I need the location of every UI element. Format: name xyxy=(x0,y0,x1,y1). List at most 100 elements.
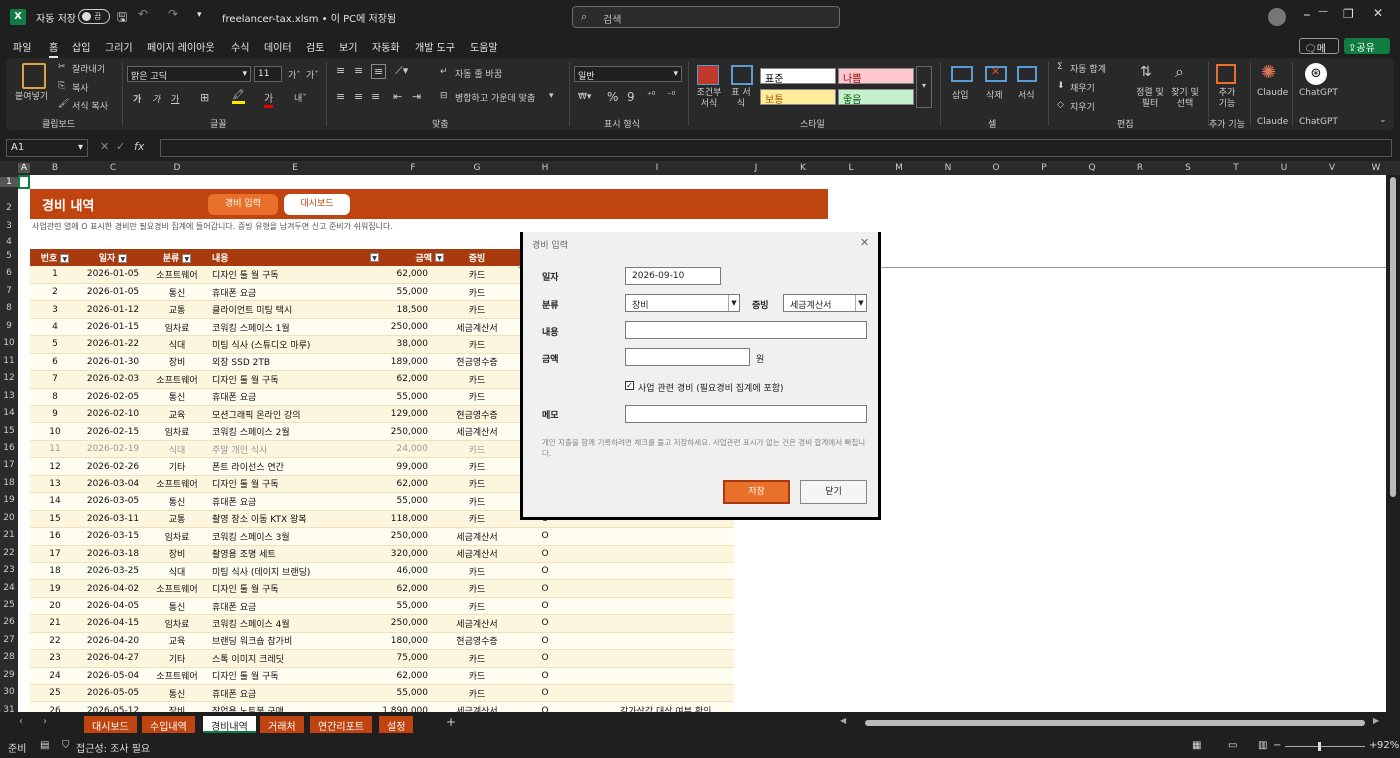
table-cell[interactable]: 99,000 xyxy=(382,457,444,476)
align-center-icon[interactable]: ≡ xyxy=(354,90,363,103)
conditional-format-button[interactable]: 조건부 서식 xyxy=(695,88,723,110)
table-cell[interactable] xyxy=(580,667,734,686)
table-cell[interactable]: O xyxy=(510,632,580,651)
claude-button[interactable]: Claude xyxy=(1257,88,1288,98)
column-header[interactable]: C xyxy=(80,163,146,173)
row-header[interactable]: 25 xyxy=(0,600,18,610)
amount-field[interactable] xyxy=(625,348,750,366)
orientation-icon[interactable]: ⟋▾ xyxy=(395,64,408,78)
minimize-icon[interactable]: — xyxy=(1318,6,1328,17)
table-cell[interactable]: 임차료 xyxy=(146,318,208,337)
table-cell[interactable]: 모션그래픽 온라인 강의 xyxy=(208,405,382,424)
italic-icon[interactable]: 가 xyxy=(152,92,160,105)
table-cell[interactable]: 6 xyxy=(30,353,80,372)
macro-record-icon[interactable]: ▤ xyxy=(40,740,49,751)
table-cell[interactable]: 소프트웨어 xyxy=(146,667,208,686)
addins-button[interactable]: 추가 기능 xyxy=(1215,88,1239,110)
table-row[interactable]: 20 2026-04-05 통신 휴대폰 요금 55,000 카드 O xyxy=(30,597,734,616)
table-cell[interactable]: 19 xyxy=(30,579,80,598)
table-cell[interactable]: 촬영용 조명 세트 xyxy=(208,545,382,563)
prev-sheet-icon[interactable]: ‹ xyxy=(19,716,23,727)
table-cell[interactable]: 26 xyxy=(30,701,80,712)
table-cell[interactable]: 55,000 xyxy=(382,492,444,511)
table-cell[interactable] xyxy=(580,545,734,563)
business-checkbox[interactable]: ✓ xyxy=(625,381,634,390)
tab-dashboard[interactable]: 대시보드 xyxy=(84,716,137,733)
row-header[interactable]: 13 xyxy=(0,391,18,401)
column-header[interactable]: O xyxy=(972,163,1020,173)
table-cell[interactable]: 320,000 xyxy=(382,545,444,563)
table-cell[interactable]: 임차료 xyxy=(146,614,208,633)
column-header[interactable]: D xyxy=(146,163,208,173)
table-row[interactable]: 16 2026-03-15 임차료 코워킹 스페이스 3월 250,000 세금계산서 O xyxy=(30,527,734,546)
tab-annual-report[interactable]: 연간리포트 xyxy=(310,716,372,733)
cut-icon[interactable]: ✂ xyxy=(58,62,66,72)
column-header[interactable]: Q xyxy=(1068,163,1116,173)
table-cell[interactable]: 250,000 xyxy=(382,422,444,441)
table-cell[interactable]: 2026-04-27 xyxy=(80,649,146,668)
column-header[interactable]: R xyxy=(1116,163,1164,173)
accessibility-status[interactable]: 접근성: 조사 필요 xyxy=(76,740,150,755)
table-cell[interactable]: 카드 xyxy=(444,283,510,302)
table-cell[interactable]: 62,000 xyxy=(382,579,444,598)
column-header[interactable]: L xyxy=(828,163,874,173)
column-header[interactable]: N xyxy=(924,163,972,173)
decrease-decimal-icon[interactable]: ⁻⁰ xyxy=(667,91,675,101)
row-header[interactable]: 28 xyxy=(0,652,18,662)
table-cell[interactable]: 휴대폰 요금 xyxy=(208,684,382,703)
table-cell[interactable]: O xyxy=(510,667,580,686)
table-cell[interactable]: 카드 xyxy=(444,492,510,511)
column-header[interactable]: K xyxy=(778,163,828,173)
table-cell[interactable]: 2026-04-15 xyxy=(80,614,146,633)
table-cell[interactable]: 2026-03-05 xyxy=(80,492,146,511)
row-header[interactable]: 1 xyxy=(0,177,18,187)
table-cell[interactable]: 2026-02-10 xyxy=(80,405,146,424)
menu-review[interactable]: 검토 xyxy=(306,39,324,54)
autosave-toggle[interactable]: 끔 xyxy=(78,9,110,24)
find-select-button[interactable]: 찾기 및 선택 xyxy=(1168,88,1202,110)
format-cells-icon[interactable] xyxy=(1017,66,1037,82)
menu-data[interactable]: 데이터 xyxy=(264,39,292,54)
table-cell[interactable]: 2026-03-04 xyxy=(80,475,146,494)
scroll-left-icon[interactable]: ◀ xyxy=(840,716,846,725)
column-header[interactable]: M xyxy=(874,163,924,173)
table-cell[interactable] xyxy=(580,684,734,703)
table-cell[interactable] xyxy=(580,579,734,598)
table-cell[interactable]: 교육 xyxy=(146,405,208,424)
row-header[interactable]: 14 xyxy=(0,408,18,418)
add-sheet-icon[interactable]: + xyxy=(446,715,456,729)
table-cell[interactable]: 2026-02-03 xyxy=(80,370,146,389)
menu-view[interactable]: 보기 xyxy=(339,39,357,54)
table-cell[interactable]: O xyxy=(510,649,580,668)
close-button[interactable]: 닫기 xyxy=(800,480,867,504)
table-cell[interactable]: 2026-01-05 xyxy=(80,266,146,284)
format-as-table-button[interactable]: 표 서식 xyxy=(729,88,753,110)
fill-color-icon[interactable]: 🖍 xyxy=(232,90,245,104)
percent-icon[interactable]: % xyxy=(607,90,618,104)
table-cell[interactable]: 20 xyxy=(30,597,80,616)
format-painter-button[interactable]: 서식 복사 xyxy=(72,99,108,112)
table-cell[interactable]: 2026-05-12 xyxy=(80,701,146,712)
table-cell[interactable]: 62,000 xyxy=(382,370,444,389)
menu-page-layout[interactable]: 페이지 레이아웃 xyxy=(147,39,215,54)
filter-dropdown-icon[interactable]: ▼ xyxy=(435,253,444,262)
table-cell[interactable]: O xyxy=(510,579,580,598)
table-cell[interactable]: 카드 xyxy=(444,370,510,389)
header-proof[interactable]: 증빙 xyxy=(444,249,510,266)
cut-button[interactable]: 잘라내기 xyxy=(72,62,105,75)
header-no[interactable]: 번호 ▼ xyxy=(30,249,80,266)
table-cell[interactable]: 25 xyxy=(30,684,80,703)
fill-icon[interactable]: ⬇ xyxy=(1057,81,1065,91)
table-cell[interactable]: 휴대폰 요금 xyxy=(208,388,382,407)
hscroll-thumb[interactable] xyxy=(865,720,1365,726)
delete-cells-icon[interactable]: ✕ xyxy=(985,65,1007,82)
clear-icon[interactable]: ◇ xyxy=(1057,100,1064,110)
table-cell[interactable]: 식대 xyxy=(146,562,208,581)
name-box[interactable]: A1 ▾ xyxy=(6,139,88,157)
table-cell[interactable]: 46,000 xyxy=(382,562,444,581)
style-neutral[interactable]: 보통 xyxy=(760,89,836,106)
column-header[interactable]: P xyxy=(1020,163,1068,173)
category-select[interactable]: 장비 ▼ xyxy=(625,294,740,312)
table-cell[interactable]: 55,000 xyxy=(382,283,444,302)
memo-field[interactable] xyxy=(625,405,867,423)
